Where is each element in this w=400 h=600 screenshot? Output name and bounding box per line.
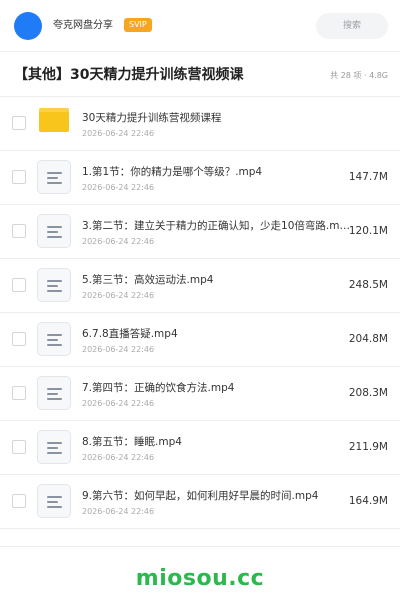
search-button[interactable]: 搜索: [316, 13, 388, 39]
item-size: 211.9M: [348, 441, 388, 453]
list-item[interactable]: 8.第五节：睡眠.mp4 2026-06-24 22:46 211.9M: [0, 421, 400, 475]
item-checkbox[interactable]: [12, 224, 26, 238]
item-name: 8.第五节：睡眠.mp4: [82, 436, 182, 448]
list-item[interactable]: 1.第1节：你的精力是哪个等级？.mp4 2026-06-24 22:46 14…: [0, 151, 400, 205]
item-size: 147.7M: [348, 171, 388, 183]
avatar[interactable]: [14, 12, 42, 40]
item-size: 120.1M: [348, 225, 388, 237]
item-checkbox[interactable]: [12, 440, 26, 454]
app-title: 夸克网盘分享: [53, 20, 113, 31]
item-name: 7.第四节：正确的饮食方法.mp4: [82, 382, 235, 394]
item-size: 204.8M: [348, 333, 388, 345]
item-name: 6.7.8直播答疑.mp4: [82, 328, 178, 340]
list-item[interactable]: 9.第六节：如何早起，如何利用好早晨的时间.mp4 2026-06-24 22:…: [0, 475, 400, 529]
folder-meta: 共 28 项 · 4.8G: [330, 71, 388, 80]
item-date: 2026-06-24 22:46: [82, 453, 155, 462]
video-file-icon: [37, 160, 71, 194]
list-item[interactable]: 3.第二节：建立关于精力的正确认知，少走10倍弯路.mp4 2026-06-24…: [0, 205, 400, 259]
item-name: 9.第六节：如何早起，如何利用好早晨的时间.mp4: [82, 490, 319, 502]
divider: [0, 546, 400, 547]
file-list: 30天精力提升训练营视频课程 2026-06-24 22:46 1.第1节：你的…: [0, 97, 400, 529]
item-checkbox[interactable]: [12, 332, 26, 346]
item-checkbox[interactable]: [12, 170, 26, 184]
top-bar: 夸克网盘分享 SVIP 搜索: [0, 0, 400, 52]
video-file-icon: [37, 376, 71, 410]
item-checkbox[interactable]: [12, 116, 26, 130]
folder-icon: [39, 108, 69, 132]
video-file-icon: [37, 322, 71, 356]
item-size: 248.5M: [348, 279, 388, 291]
list-item[interactable]: 5.第三节：高效运动法.mp4 2026-06-24 22:46 248.5M: [0, 259, 400, 313]
list-item[interactable]: 30天精力提升训练营视频课程 2026-06-24 22:46: [0, 97, 400, 151]
video-file-icon: [37, 430, 71, 464]
item-checkbox[interactable]: [12, 494, 26, 508]
item-name: 5.第三节：高效运动法.mp4: [82, 274, 214, 286]
svip-badge: SVIP: [124, 18, 152, 32]
video-file-icon: [37, 268, 71, 302]
item-name: 30天精力提升训练营视频课程: [82, 112, 222, 124]
item-date: 2026-06-24 22:46: [82, 237, 155, 246]
item-date: 2026-06-24 22:46: [82, 345, 155, 354]
video-file-icon: [37, 484, 71, 518]
list-item[interactable]: 7.第四节：正确的饮食方法.mp4 2026-06-24 22:46 208.3…: [0, 367, 400, 421]
folder-header: 【其他】30天精力提升训练营视频课 共 28 项 · 4.8G: [0, 52, 400, 97]
item-date: 2026-06-24 22:46: [82, 183, 155, 192]
item-name: 3.第二节：建立关于精力的正确认知，少走10倍弯路.mp4: [82, 220, 350, 232]
item-date: 2026-06-24 22:46: [82, 507, 155, 516]
item-checkbox[interactable]: [12, 278, 26, 292]
list-item[interactable]: 6.7.8直播答疑.mp4 2026-06-24 22:46 204.8M: [0, 313, 400, 367]
item-size: 208.3M: [348, 387, 388, 399]
item-name: 1.第1节：你的精力是哪个等级？.mp4: [82, 166, 263, 178]
item-date: 2026-06-24 22:46: [82, 399, 155, 408]
watermark: miosou.cc: [135, 566, 265, 591]
page-title: 【其他】30天精力提升训练营视频课: [14, 67, 244, 83]
item-date: 2026-06-24 22:46: [82, 129, 155, 138]
video-file-icon: [37, 214, 71, 248]
item-size: 164.9M: [348, 495, 388, 507]
item-checkbox[interactable]: [12, 386, 26, 400]
item-date: 2026-06-24 22:46: [82, 291, 155, 300]
